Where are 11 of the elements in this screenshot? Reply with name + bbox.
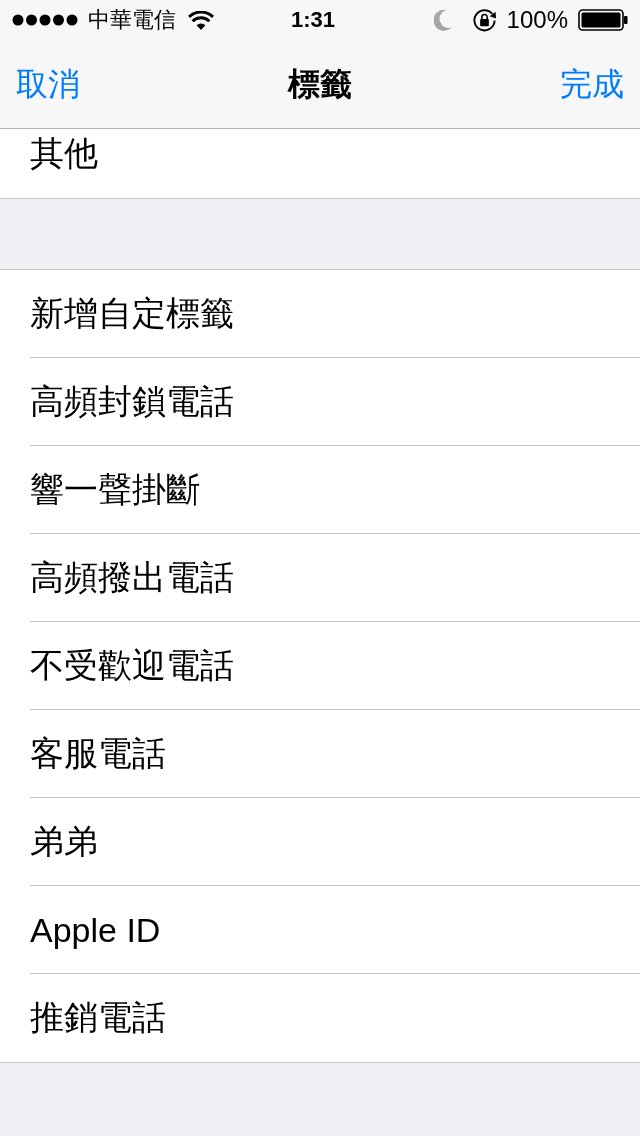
moon-icon — [433, 9, 452, 31]
done-button[interactable]: 完成 — [560, 65, 624, 103]
status-time: 1:31 — [290, 7, 335, 33]
wifi-icon — [188, 10, 214, 30]
battery-icon — [578, 9, 628, 31]
carrier-name: 中華電信 — [88, 7, 176, 33]
rotation-lock-icon — [471, 7, 497, 33]
signal-strength-icon — [12, 14, 78, 26]
cancel-button[interactable]: 取消 — [16, 65, 80, 103]
battery-percentage: 100% — [506, 6, 568, 34]
navigation-title: 標籤 — [288, 65, 352, 103]
